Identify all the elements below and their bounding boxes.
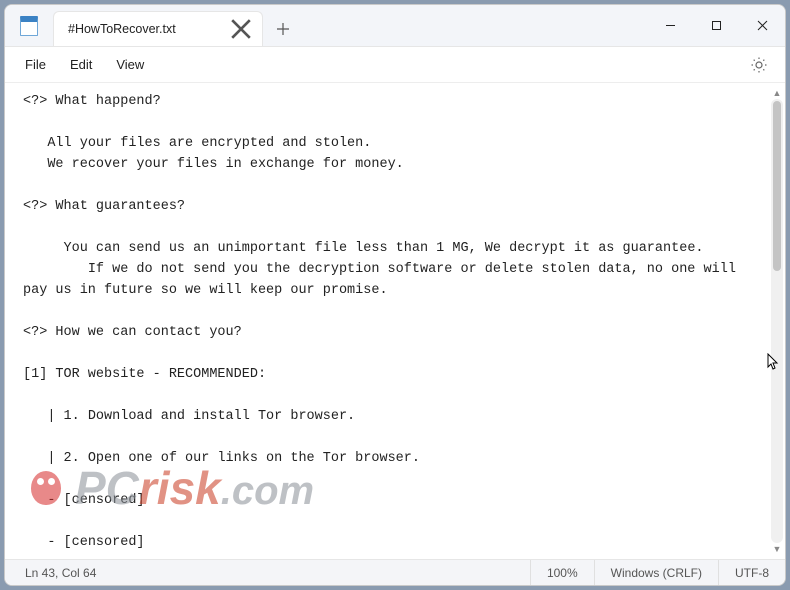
status-cursor-position: Ln 43, Col 64 bbox=[5, 560, 112, 585]
scrollbar-thumb[interactable] bbox=[773, 101, 781, 271]
settings-button[interactable] bbox=[743, 49, 775, 81]
titlebar-drag-area[interactable] bbox=[303, 5, 647, 46]
title-bar: #HowToRecover.txt bbox=[5, 5, 785, 47]
menu-view[interactable]: View bbox=[106, 51, 154, 78]
editor-viewport: <?> What happend? All your files are enc… bbox=[5, 83, 785, 559]
status-zoom[interactable]: 100% bbox=[530, 560, 594, 585]
app-icon-wrap bbox=[5, 5, 53, 46]
menu-edit[interactable]: Edit bbox=[60, 51, 102, 78]
chevron-up-icon[interactable]: ▲ bbox=[771, 87, 783, 99]
maximize-button[interactable] bbox=[693, 5, 739, 46]
window-close-button[interactable] bbox=[739, 5, 785, 46]
window-controls bbox=[647, 5, 785, 46]
minimize-button[interactable] bbox=[647, 5, 693, 46]
gear-icon bbox=[750, 56, 768, 74]
status-line-ending[interactable]: Windows (CRLF) bbox=[594, 560, 718, 585]
menu-file[interactable]: File bbox=[15, 51, 56, 78]
close-icon[interactable] bbox=[230, 18, 252, 40]
tab-title: #HowToRecover.txt bbox=[68, 22, 220, 36]
chevron-down-icon[interactable]: ▼ bbox=[771, 543, 783, 555]
text-editor[interactable]: <?> What happend? All your files are enc… bbox=[5, 83, 771, 559]
scrollbar-track[interactable] bbox=[771, 99, 783, 543]
menu-bar: File Edit View bbox=[5, 47, 785, 83]
notepad-app-icon bbox=[20, 16, 38, 36]
vertical-scrollbar[interactable]: ▲ ▼ bbox=[771, 87, 783, 555]
new-tab-button[interactable] bbox=[263, 11, 303, 46]
status-encoding[interactable]: UTF-8 bbox=[718, 560, 785, 585]
document-tab[interactable]: #HowToRecover.txt bbox=[53, 11, 263, 46]
notepad-window: #HowToRecover.txt File Edit View bbox=[4, 4, 786, 586]
status-bar: Ln 43, Col 64 100% Windows (CRLF) UTF-8 bbox=[5, 559, 785, 585]
